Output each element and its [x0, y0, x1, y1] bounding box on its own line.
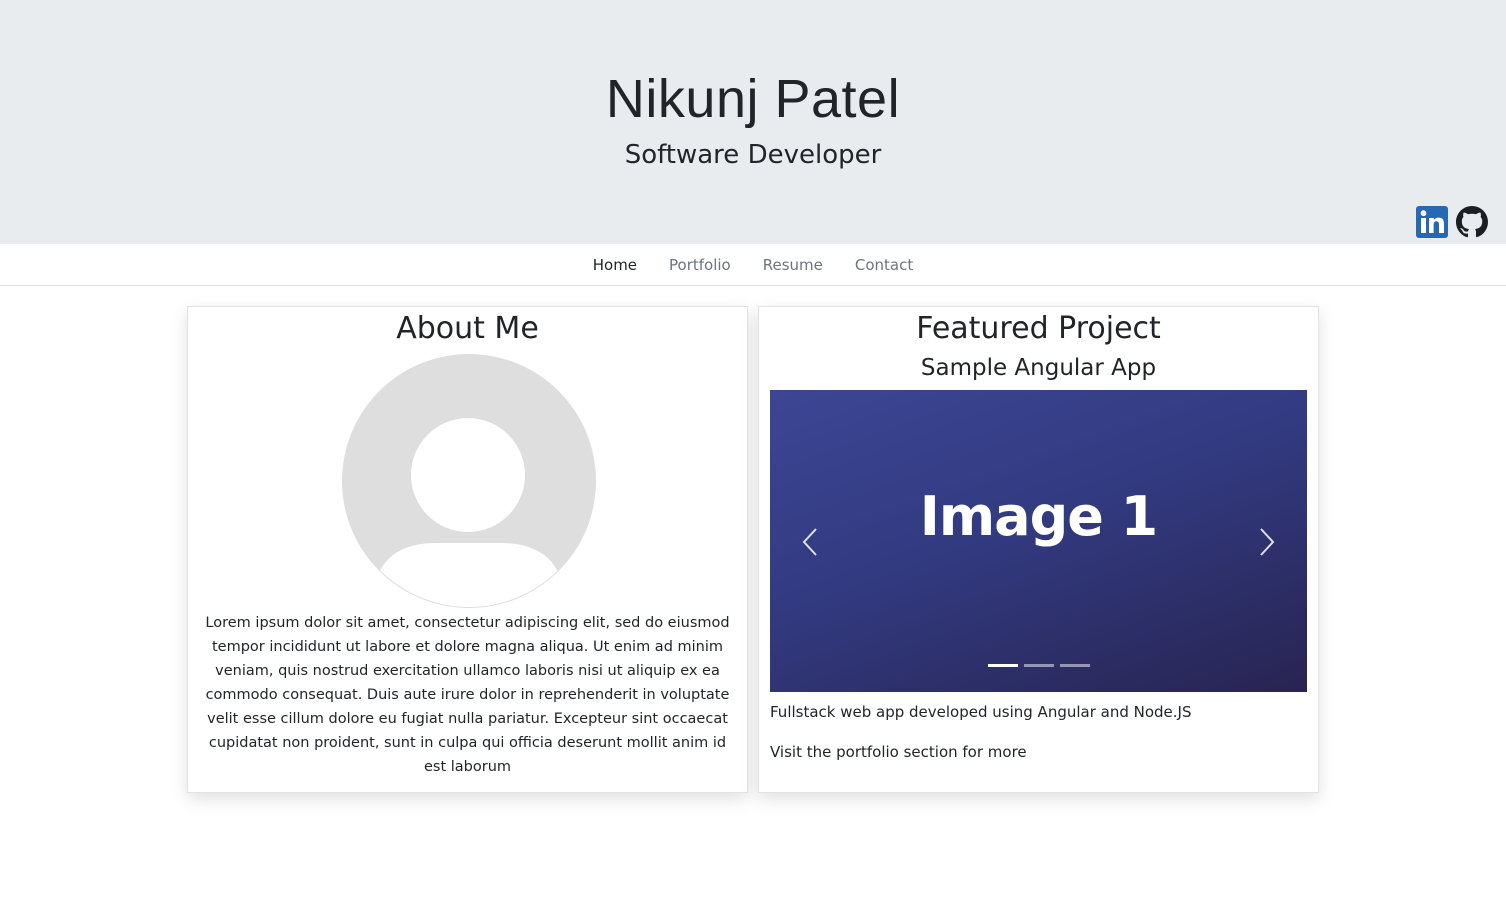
portfolio-hint: Visit the portfolio section for more	[770, 743, 1027, 761]
carousel-indicators	[770, 664, 1307, 667]
featured-project-name: Sample Angular App	[920, 355, 1157, 381]
nav-contact[interactable]: Contact	[839, 256, 929, 274]
linkedin-icon	[1416, 206, 1448, 238]
featured-project-card: Featured Project Sample Angular App Imag…	[758, 306, 1319, 793]
github-link[interactable]	[1456, 206, 1488, 238]
nav-portfolio[interactable]: Portfolio	[653, 256, 747, 274]
github-icon	[1456, 206, 1488, 238]
carousel-indicator[interactable]	[987, 664, 1018, 667]
about-card: About Me Lorem ipsum dolor sit amet, con…	[187, 306, 748, 793]
carousel-indicator[interactable]	[1023, 664, 1054, 667]
carousel-slide-caption: Image 1	[919, 485, 1158, 548]
carousel-prev-icon[interactable]	[796, 525, 826, 559]
about-text: Lorem ipsum dolor sit amet, consectetur …	[205, 615, 730, 775]
nav-home[interactable]: Home	[577, 256, 653, 274]
site-owner-name: Nikunj Patel	[605, 69, 901, 129]
social-links	[1416, 206, 1488, 238]
about-title: About Me	[396, 311, 539, 346]
linkedin-link[interactable]	[1416, 206, 1448, 238]
featured-title: Featured Project	[916, 311, 1161, 346]
site-header: Nikunj Patel Software Developer	[0, 0, 1506, 244]
project-description: Fullstack web app developed using Angula…	[770, 703, 1192, 721]
project-carousel: Image 1	[770, 390, 1307, 692]
nav-resume[interactable]: Resume	[747, 256, 839, 274]
user-avatar-icon	[342, 354, 596, 608]
site-owner-role: Software Developer	[624, 140, 882, 170]
main-nav: Home Portfolio Resume Contact	[0, 244, 1506, 286]
carousel-indicator[interactable]	[1059, 664, 1090, 667]
carousel-next-icon[interactable]	[1251, 525, 1281, 559]
